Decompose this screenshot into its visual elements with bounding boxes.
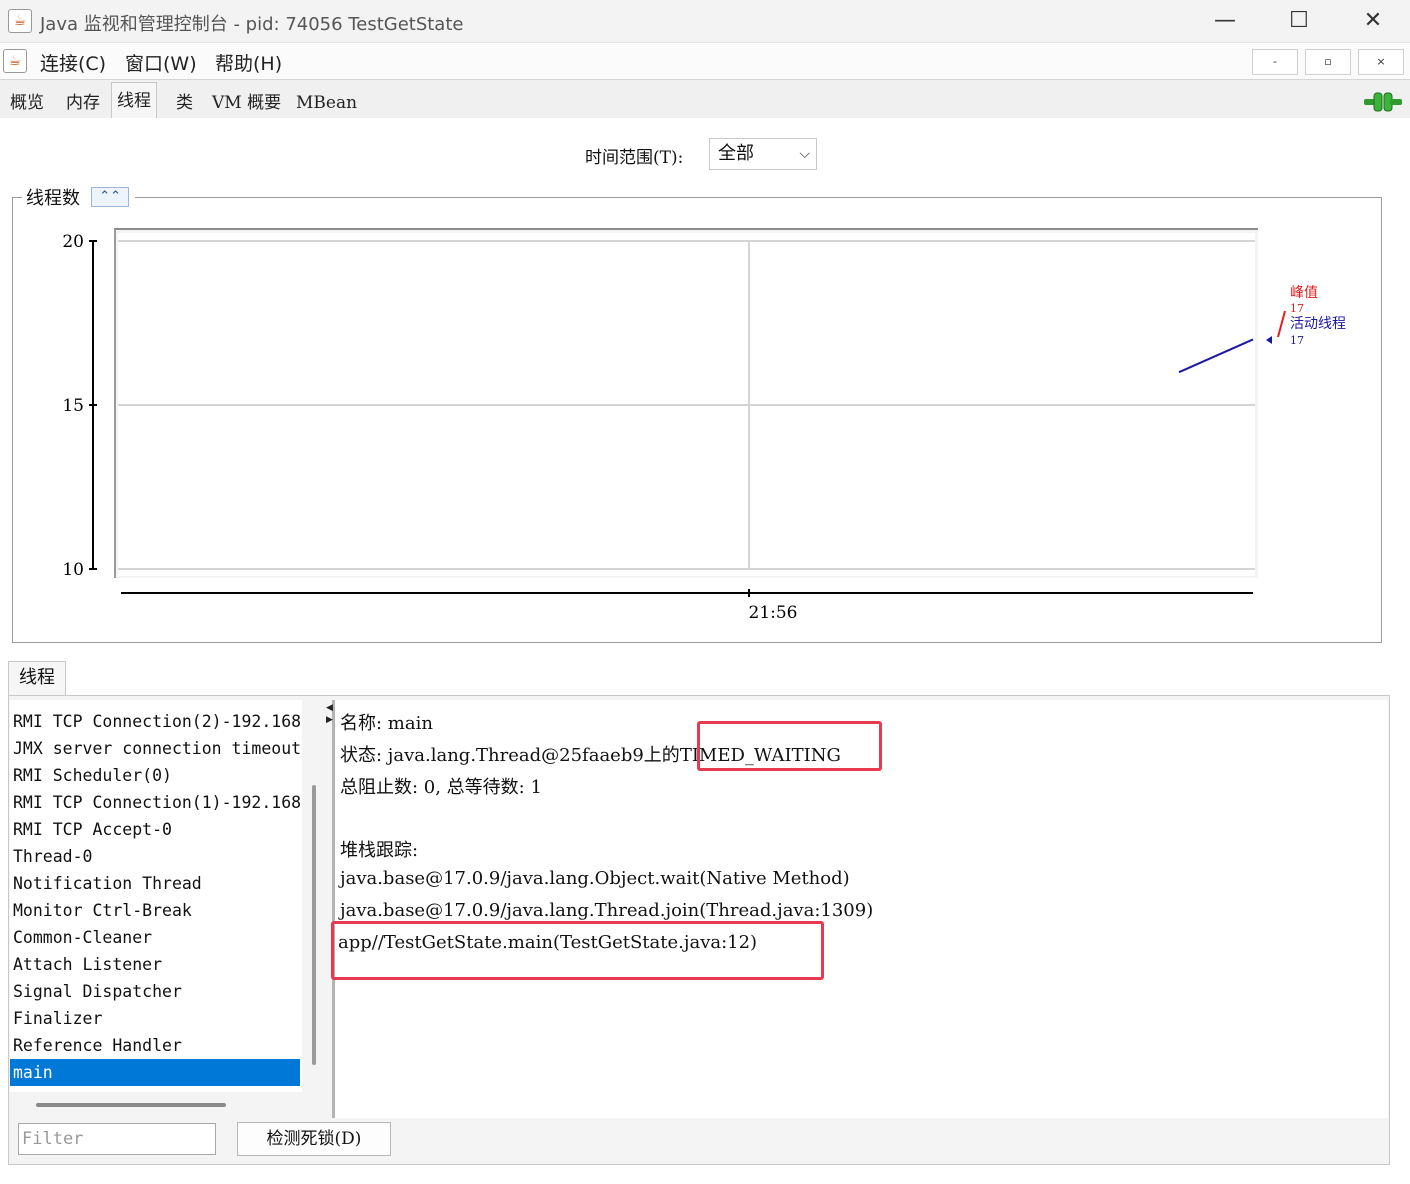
thread-list-item[interactable]: Monitor Ctrl-Break (10, 897, 300, 924)
legend-peak-value: 17 (1290, 302, 1304, 315)
y-ticks: 20 15 10 (62, 232, 97, 580)
x-tick-label: 21:56 (749, 603, 798, 623)
thread-list-item[interactable]: main (10, 1059, 300, 1086)
thread-list[interactable]: RMI TCP Connection(2)-192.168. JMX server… (10, 700, 302, 1092)
y-tick-label: 20 (62, 232, 84, 252)
thread-filter-input[interactable]: Filter (18, 1123, 216, 1155)
thread-counts-line: 总阻止数: 0, 总等待数: 1 (340, 777, 542, 798)
thread-list-item[interactable]: Finalizer (10, 1005, 300, 1032)
thread-list-item[interactable]: RMI Scheduler(0) (10, 762, 300, 789)
thread-list-vertical-scrollbar[interactable] (312, 785, 316, 1065)
legend-active-label: 活动线程 (1290, 316, 1346, 332)
stack-frame: java.base@17.0.9/java.lang.Object.wait(N… (340, 868, 850, 889)
thread-count-chart: 201510 21:56 峰值17活动线程17 (62, 228, 1346, 623)
active-marker (1266, 336, 1272, 344)
peak-marker (1277, 310, 1286, 338)
y-tick-label: 10 (62, 560, 84, 580)
tab-thread-list[interactable]: 线程 (8, 661, 66, 695)
detect-deadlock-button[interactable]: 检测死锁(D) (237, 1122, 391, 1156)
thread-list-item[interactable]: RMI TCP Connection(2)-192.168. (10, 708, 300, 735)
stack-frame: java.base@17.0.9/java.lang.Thread.join(T… (340, 900, 874, 921)
thread-list-horizontal-scrollbar[interactable] (36, 1103, 226, 1107)
chart-legend: 峰值17活动线程17 (1266, 285, 1346, 347)
thread-state-prefix: 状态: java.lang.Thread@25faaeb9上的 (340, 745, 680, 766)
thread-list-item[interactable]: Reference Handler (10, 1032, 300, 1059)
y-tick-label: 15 (62, 396, 84, 416)
thread-list-item[interactable]: Attach Listener (10, 951, 300, 978)
x-ticks: 21:56 (748, 589, 798, 623)
highlight-box (331, 921, 824, 980)
highlight-box (697, 721, 882, 771)
legend-peak-label: 峰值 (1290, 285, 1318, 301)
thread-name-line: 名称: main (340, 713, 433, 734)
thread-list-item[interactable]: Signal Dispatcher (10, 978, 300, 1005)
stack-trace-header: 堆栈跟踪: (340, 840, 419, 861)
thread-list-item[interactable]: JMX server connection timeout (10, 735, 300, 762)
thread-list-item[interactable]: Thread-0 (10, 843, 300, 870)
thread-list-item[interactable]: RMI TCP Accept-0 (10, 816, 300, 843)
thread-list-item[interactable]: RMI TCP Connection(1)-192.168. (10, 789, 300, 816)
thread-list-item[interactable]: Notification Thread (10, 870, 300, 897)
legend-active-value: 17 (1290, 334, 1304, 347)
split-pane-arrows-icon[interactable]: ◀ ▶ (326, 702, 333, 726)
thread-list-item[interactable]: Common-Cleaner (10, 924, 300, 951)
